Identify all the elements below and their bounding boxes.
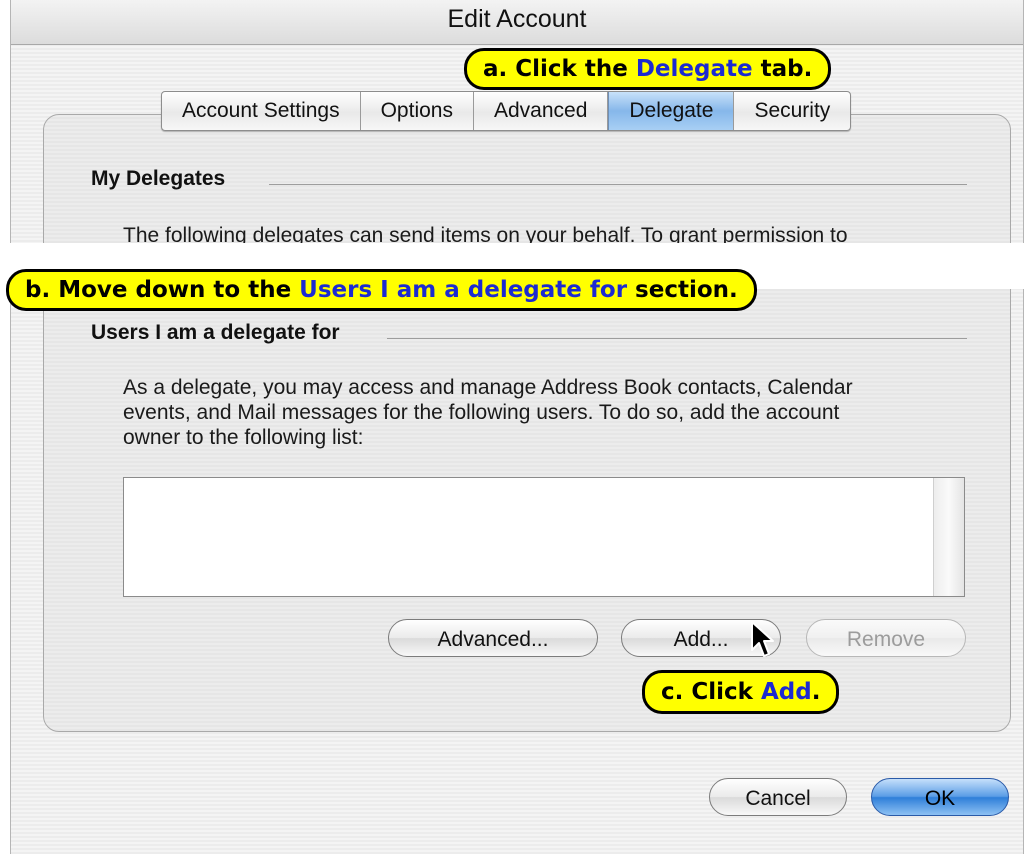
- window-title: Edit Account: [447, 5, 587, 33]
- delegate-users-list[interactable]: [123, 477, 965, 597]
- callout-a: a. Click the Delegate tab.: [464, 48, 832, 90]
- users-delegate-description-line3: owner to the following list:: [123, 426, 364, 449]
- tab-advanced[interactable]: Advanced: [474, 92, 609, 130]
- callout-a-suffix: tab.: [752, 56, 813, 82]
- callout-b-highlight: Users I am a delegate for: [299, 277, 628, 303]
- ok-button[interactable]: OK: [871, 778, 1009, 816]
- tab-options[interactable]: Options: [361, 92, 474, 130]
- mouse-pointer-icon: [751, 621, 774, 657]
- callout-c-suffix: .: [811, 679, 821, 705]
- remove-button[interactable]: Remove: [806, 619, 966, 657]
- users-delegate-heading: Users I am a delegate for: [91, 321, 340, 344]
- callout-a-highlight: Delegate: [635, 56, 753, 82]
- edit-account-window: Edit Account Account Settings Options Ad…: [10, 0, 1024, 854]
- callout-c-highlight: Add: [760, 679, 812, 705]
- callout-b-prefix: b. Move down to the: [25, 277, 300, 303]
- tab-delegate[interactable]: Delegate: [608, 92, 735, 130]
- list-scrollbar[interactable]: [933, 478, 964, 596]
- callout-b: b. Move down to the Users I am a delegat…: [6, 269, 757, 311]
- callout-a-prefix: a. Click the: [483, 56, 636, 82]
- my-delegates-divider: [269, 184, 967, 185]
- tab-bar: Account Settings Options Advanced Delega…: [161, 91, 852, 131]
- advanced-button[interactable]: Advanced...: [388, 619, 598, 657]
- tab-account-settings[interactable]: Account Settings: [162, 92, 361, 130]
- callout-b-suffix: section.: [627, 277, 738, 303]
- users-delegate-description-line1: As a delegate, you may access and manage…: [123, 376, 853, 399]
- cancel-button[interactable]: Cancel: [709, 778, 847, 816]
- title-bar[interactable]: Edit Account: [11, 0, 1023, 45]
- callout-c-prefix: c. Click: [661, 679, 761, 705]
- tab-security[interactable]: Security: [734, 92, 850, 130]
- callout-c: c. Click Add.: [642, 670, 840, 714]
- users-delegate-divider: [387, 338, 967, 339]
- users-delegate-description-line2: events, and Mail messages for the follow…: [123, 401, 840, 424]
- my-delegates-heading: My Delegates: [91, 167, 226, 190]
